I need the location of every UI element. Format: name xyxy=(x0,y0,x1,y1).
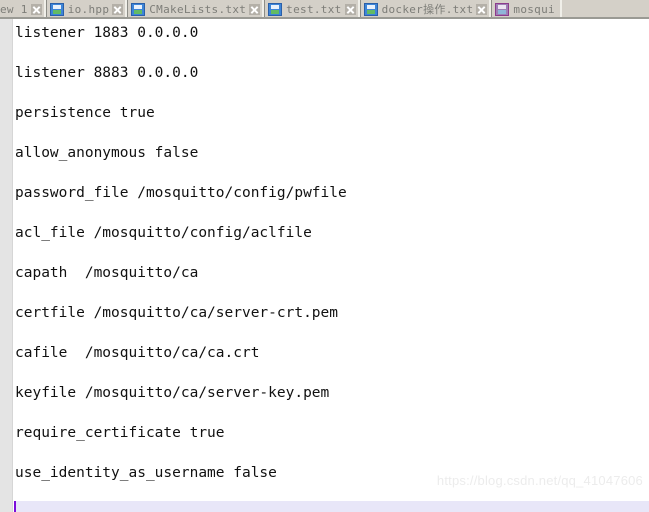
editor-tab[interactable]: CMakeLists.txt xyxy=(127,0,265,19)
code-line: listener 8883 0.0.0.0 xyxy=(15,65,199,81)
code-line: certfile /mosquitto/ca/server-crt.pem xyxy=(15,305,339,321)
text-editor[interactable]: listener 1883 0.0.0.0 listener 8883 0.0.0… xyxy=(0,19,649,512)
editor-tab[interactable]: docker操作.txt xyxy=(359,0,492,19)
close-icon[interactable] xyxy=(112,4,124,15)
document-icon xyxy=(363,3,378,16)
text-caret xyxy=(14,501,16,512)
code-line: allow_anonymous false xyxy=(15,145,199,161)
close-icon[interactable] xyxy=(344,4,356,15)
current-line-highlight xyxy=(14,501,649,512)
code-line: listener 1883 0.0.0.0 xyxy=(15,25,199,41)
code-line: require_certificate true xyxy=(15,425,225,441)
document-icon xyxy=(131,3,146,16)
line-number-gutter xyxy=(0,19,13,512)
editor-tab-label: ew 1 xyxy=(0,3,28,16)
document-icon xyxy=(268,3,283,16)
code-line: acl_file /mosquitto/config/aclfile xyxy=(15,225,312,241)
code-line: persistence true xyxy=(15,105,155,121)
editor-tab-label: io.hpp xyxy=(67,3,110,16)
editor-tab-label: mosqui xyxy=(513,3,555,16)
watermark-text: https://blog.csdn.net/qq_41047606 xyxy=(436,473,643,488)
close-icon[interactable] xyxy=(476,4,488,15)
code-line: capath /mosquitto/ca xyxy=(15,265,199,281)
code-line: cafile /mosquitto/ca/ca.crt xyxy=(15,345,260,361)
close-icon[interactable] xyxy=(30,4,42,15)
editor-tab-label: test.txt xyxy=(286,3,342,16)
close-icon[interactable] xyxy=(249,4,261,15)
code-text-area[interactable]: listener 1883 0.0.0.0 listener 8883 0.0.0… xyxy=(14,19,649,512)
code-line: password_file /mosquitto/config/pwfile xyxy=(15,185,347,201)
editor-tab-label: docker操作.txt xyxy=(381,3,474,16)
editor-tab-bar[interactable]: ew 1 io.hpp CMakeLists.txt test.txt docker操作… xyxy=(0,0,649,19)
editor-tab[interactable]: ew 1 xyxy=(0,0,46,19)
editor-tab-label: CMakeLists.txt xyxy=(149,3,247,16)
code-line: use_identity_as_username false xyxy=(15,465,277,481)
document-icon xyxy=(49,3,64,16)
editor-tab[interactable]: mosqui xyxy=(491,0,562,19)
code-line: keyfile /mosquitto/ca/server-key.pem xyxy=(15,385,330,401)
editor-tab[interactable]: io.hpp xyxy=(45,0,128,19)
document-modified-icon xyxy=(495,3,510,16)
editor-tab[interactable]: test.txt xyxy=(264,0,360,19)
